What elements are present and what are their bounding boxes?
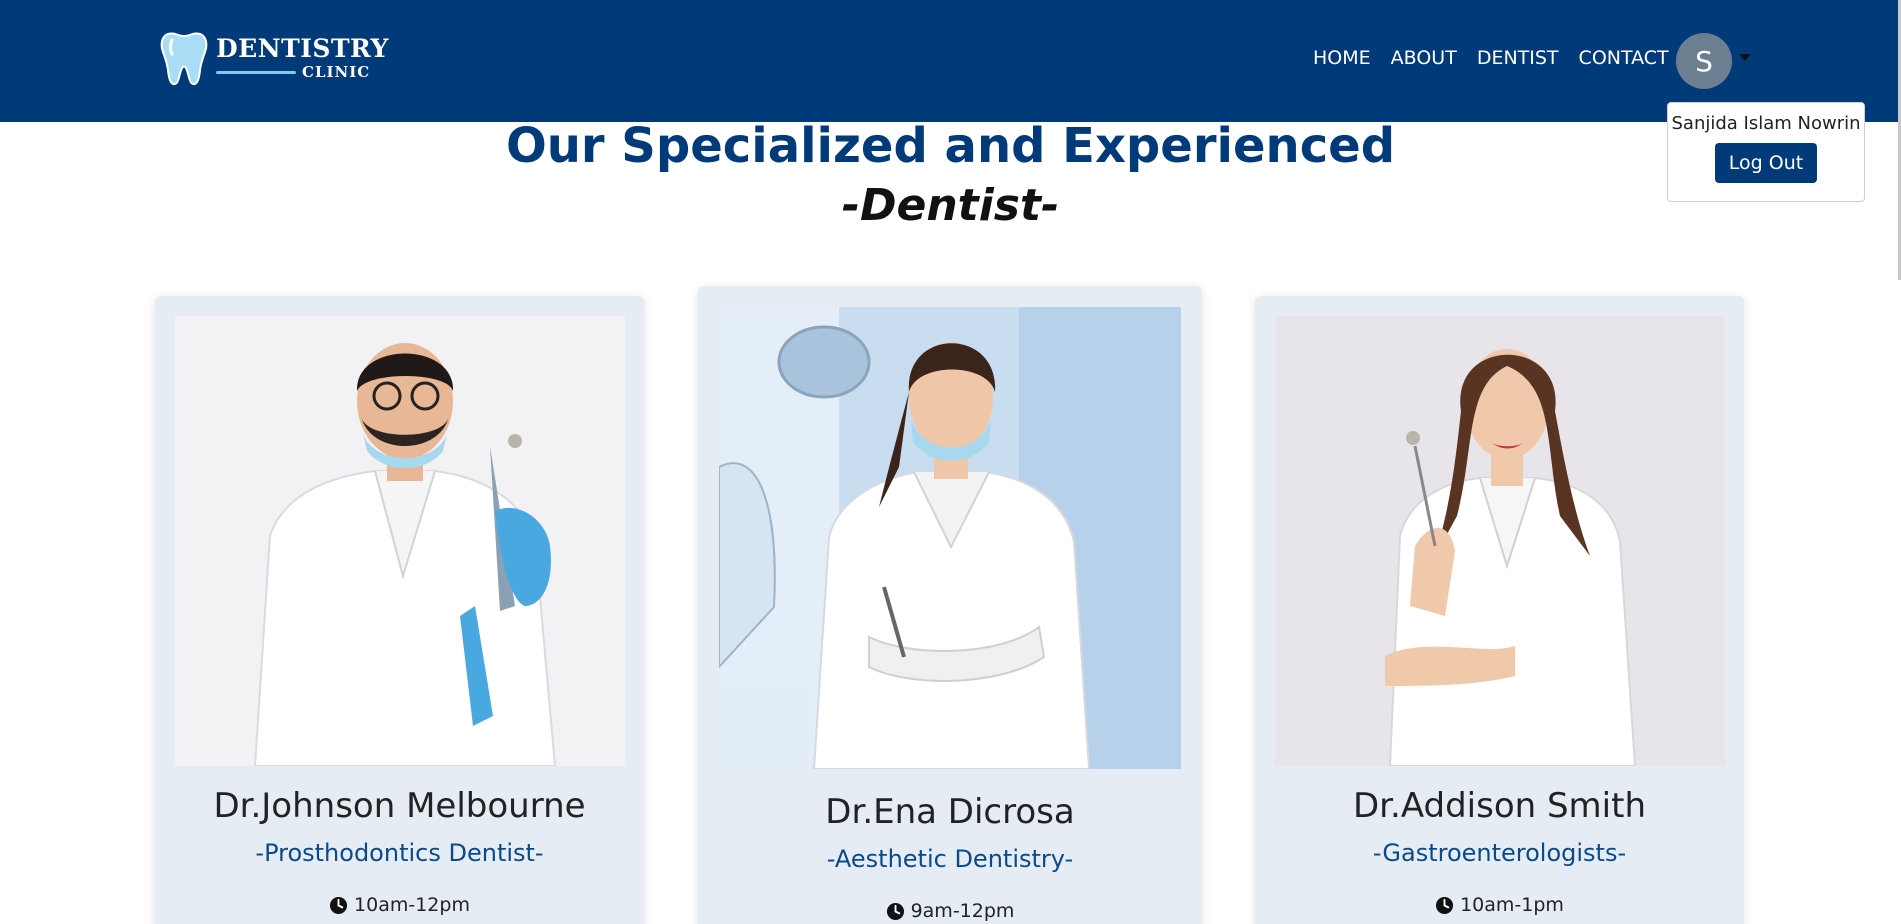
dentist-hours-text: 9am-12pm [910,900,1015,922]
dentist-card: Dr.Addison Smith -Gastroenterologists- 1… [1255,296,1744,924]
clock-icon [1436,896,1454,914]
nav-link-contact[interactable]: CONTACT [1579,47,1669,69]
section-subtitle: -Dentist- [841,180,1060,231]
dentist-photo [1275,316,1725,766]
dentist-card: Dr.Ena Dicrosa -Aesthetic Dentistry- 9am… [698,286,1202,924]
dentist-hours: 10am-1pm [1255,894,1744,916]
nav-link-home[interactable]: HOME [1313,47,1371,69]
section-title: Our Specialized and Experienced [505,118,1396,174]
brand-name: DENTISTRY [216,34,389,63]
nav-links: HOME ABOUT DENTIST CONTACT [1313,47,1669,69]
dentist-specialty: -Prosthodontics Dentist- [255,839,544,867]
dentist-name: Dr.Ena Dicrosa [825,792,1075,832]
dentist-photo [719,307,1181,769]
dentist-specialty: -Gastroenterologists- [1372,839,1627,867]
dentist-hours-text: 10am-1pm [1460,894,1564,916]
clock-icon [329,896,348,914]
dentist-name: Dr.Johnson Melbourne [213,786,586,826]
dentist-card: Dr.Johnson Melbourne -Prosthodontics Den… [155,296,644,924]
brand-underline [216,70,296,74]
brand-sub: CLINIC [302,63,371,81]
dentist-hours: 10am-12pm [155,894,644,916]
dentist-hours: 9am-12pm [698,900,1202,922]
dentist-name: Dr.Addison Smith [1352,786,1647,826]
user-avatar[interactable]: S [1676,33,1732,89]
caret-down-icon[interactable] [1739,54,1751,61]
top-navbar: DENTISTRY CLINIC HOME ABOUT DENTIST CONT… [0,0,1901,122]
brand-sub-row: CLINIC [216,63,389,81]
brand-logo[interactable]: DENTISTRY CLINIC [160,30,389,86]
nav-link-dentist[interactable]: DENTIST [1477,47,1559,69]
dentist-specialty: -Aesthetic Dentistry- [826,845,1074,873]
dentist-photo [175,316,625,766]
nav-link-about[interactable]: ABOUT [1391,47,1457,69]
tooth-logo-icon [160,32,208,86]
clock-icon [886,902,904,920]
dentist-hours-text: 10am-12pm [354,894,470,916]
brand-text: DENTISTRY CLINIC [216,35,389,81]
